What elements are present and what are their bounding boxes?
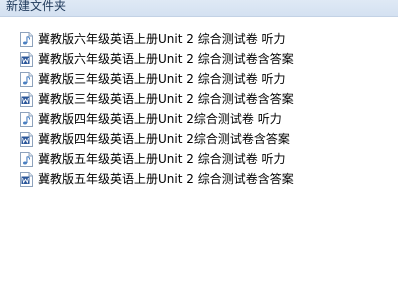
word-document-icon bbox=[20, 131, 33, 147]
file-item[interactable]: 冀教版三年级英语上册Unit 2 综合测试卷 听力 bbox=[20, 69, 390, 89]
folder-header: 新建文件夹 bbox=[0, 0, 398, 17]
file-name: 冀教版五年级英语上册Unit 2 综合测试卷含答案 bbox=[38, 172, 294, 186]
file-name: 冀教版六年级英语上册Unit 2 综合测试卷含答案 bbox=[38, 52, 294, 66]
word-document-icon bbox=[20, 51, 33, 67]
file-name: 冀教版四年级英语上册Unit 2综合测试卷 听力 bbox=[38, 112, 282, 126]
file-item[interactable]: 冀教版六年级英语上册Unit 2 综合测试卷 听力 bbox=[20, 29, 390, 49]
audio-file-icon bbox=[20, 31, 33, 47]
file-name: 冀教版三年级英语上册Unit 2 综合测试卷 听力 bbox=[38, 72, 286, 86]
audio-file-icon bbox=[20, 71, 33, 87]
file-item[interactable]: 冀教版四年级英语上册Unit 2综合测试卷含答案 bbox=[20, 129, 390, 149]
file-item[interactable]: 冀教版五年级英语上册Unit 2 综合测试卷含答案 bbox=[20, 169, 390, 189]
file-item[interactable]: 冀教版三年级英语上册Unit 2 综合测试卷含答案 bbox=[20, 89, 390, 109]
file-item[interactable]: 冀教版四年级英语上册Unit 2综合测试卷 听力 bbox=[20, 109, 390, 129]
file-item[interactable]: 冀教版六年级英语上册Unit 2 综合测试卷含答案 bbox=[20, 49, 390, 69]
file-list: 冀教版六年级英语上册Unit 2 综合测试卷 听力 冀教版六年级英语上册Unit… bbox=[20, 29, 390, 189]
word-document-icon bbox=[20, 171, 33, 187]
explorer-window: 新建文件夹 冀教版六年级英语上册Unit 2 综合测试卷 听力 冀教版六年级英语… bbox=[0, 0, 398, 284]
file-name: 冀教版四年级英语上册Unit 2综合测试卷含答案 bbox=[38, 132, 290, 146]
word-document-icon bbox=[20, 91, 33, 107]
file-name: 冀教版三年级英语上册Unit 2 综合测试卷含答案 bbox=[38, 92, 294, 106]
file-name: 冀教版六年级英语上册Unit 2 综合测试卷 听力 bbox=[38, 32, 286, 46]
file-item[interactable]: 冀教版五年级英语上册Unit 2 综合测试卷 听力 bbox=[20, 149, 390, 169]
folder-title: 新建文件夹 bbox=[6, 0, 67, 13]
audio-file-icon bbox=[20, 111, 33, 127]
file-name: 冀教版五年级英语上册Unit 2 综合测试卷 听力 bbox=[38, 152, 286, 166]
audio-file-icon bbox=[20, 151, 33, 167]
